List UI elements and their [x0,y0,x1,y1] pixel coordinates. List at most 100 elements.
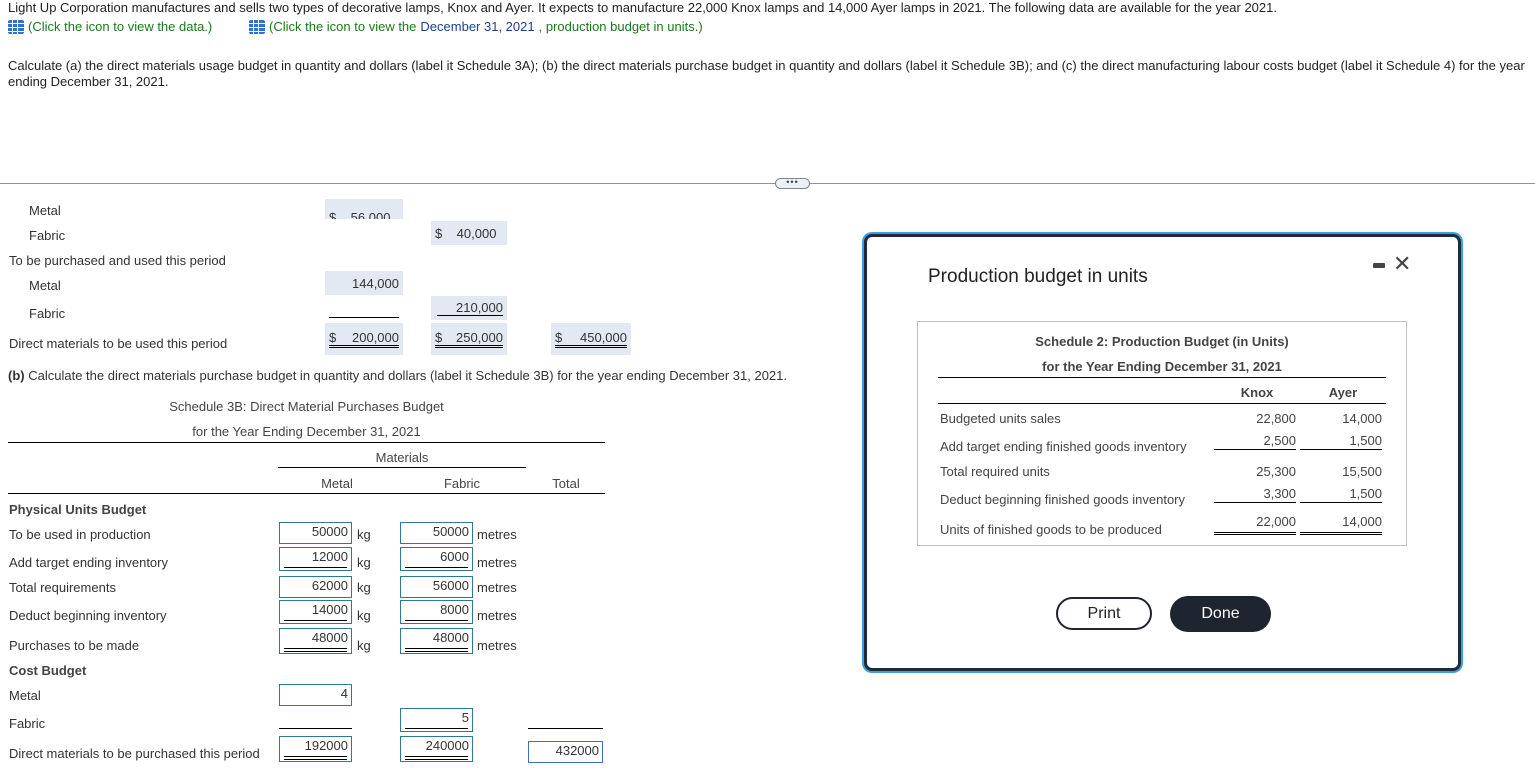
input-value[interactable]: 50000 [433,524,469,539]
input-value[interactable]: 56000 [433,578,469,593]
row-label: Budgeted units sales [940,411,1061,426]
metal-purchases-to-be-made-input[interactable]: 48000 [279,628,352,654]
fabric-target-ending-inventory-input[interactable]: 6000 [400,547,473,571]
row-label: Add target ending finished goods invento… [940,439,1187,454]
column-header-metal: Metal [321,476,353,491]
view-data-link[interactable]: (Click the icon to view the data.) [8,19,212,34]
view-data-link-text[interactable]: (Click the icon to view the data.) [28,19,212,34]
ayer-value: 14,000 [1342,411,1382,426]
cell-value: 144,000 [352,275,399,291]
knox-value: 3,300 [1214,486,1296,503]
metal-beginning-inventory-input[interactable]: 14000 [279,600,352,624]
metal-used-in-production-input[interactable]: 50000 [279,522,352,544]
fabric-purchase-cost-input[interactable]: 240000 [400,736,473,762]
input-value[interactable]: 432000 [556,743,599,758]
dollar-sign: $ [435,330,443,345]
knox-value: 25,300 [1256,464,1296,479]
metal-total-requirements-input[interactable]: 62000 [279,576,352,598]
metal-unit: kg [357,638,371,653]
column-header-knox: Knox [1240,385,1274,400]
input-value[interactable]: 50000 [312,524,348,539]
row-label: Total requirements [9,580,116,595]
view-production-budget-link[interactable]: (Click the icon to view the December 31,… [249,19,703,34]
row-label: Fabric [29,306,66,321]
amount: 450,000 [580,330,627,345]
fabric-purchases-to-be-made-input[interactable]: 48000 [400,628,473,654]
done-button[interactable]: Done [1170,596,1271,632]
schedule-3b-title: Schedule 3B: Direct Material Purchases B… [169,399,444,414]
knox-value: 22,800 [1256,411,1296,426]
fabric-unit: metres [477,527,517,542]
ayer-value: 14,000 [1300,514,1382,535]
cost-budget-heading: Cost Budget [9,663,87,678]
group-header-rule [278,467,526,468]
total-used-cost: $450,000 [551,323,631,355]
input-value[interactable]: 48000 [433,630,469,645]
section-divider [0,183,1535,184]
print-button[interactable]: Print [1056,597,1152,630]
ayer-value: 15,500 [1342,464,1382,479]
column-header-fabric: Fabric [443,476,481,491]
row-label: Units of finished goods to be produced [940,522,1162,537]
underline [405,728,468,729]
table-grid-icon[interactable] [8,19,24,34]
row-label: Purchases to be made [9,638,140,653]
fabric-total-requirements-input[interactable]: 56000 [400,576,473,598]
cell-value: $ 56,000 [329,210,391,219]
column-header-total: Total [552,476,580,491]
row-label: Direct materials to be purchased this pe… [9,746,260,761]
double-underline [284,648,347,652]
dialog-title: Production budget in units [928,266,1148,287]
expand-more-button[interactable]: ••• [775,178,810,189]
amount: 200,000 [352,330,399,345]
row-label: To be used in production [9,527,151,542]
instruction-text: Calculate (a) the direct materials usage… [8,58,1525,89]
fabric-cost-per-unit-input[interactable]: 5 [400,708,473,732]
input-value[interactable]: 12000 [312,549,348,564]
metal-unit: kg [357,580,371,595]
budget-link-suffix[interactable]: , production budget in units.) [539,19,703,34]
knox-value: 22,000 [1214,514,1296,535]
header-rule [8,442,605,443]
schedule-3b-subtitle: for the Year Ending December 31, 2021 [192,424,421,439]
input-value[interactable]: 4 [341,686,348,701]
input-value[interactable]: 6000 [440,549,469,564]
input-value[interactable]: 8000 [440,602,469,617]
input-value[interactable]: 14000 [312,602,348,617]
budget-link-prefix[interactable]: (Click the icon to view the [269,19,416,34]
underline [405,620,468,621]
double-underline [405,648,468,652]
close-icon[interactable]: ✕ [1393,251,1411,277]
row-label: Metal [9,688,41,703]
input-value[interactable]: 240000 [426,738,469,753]
cell-value: $ 40,000 [435,225,497,241]
metal-unit: kg [357,608,371,623]
metal-purchase-cost-input[interactable]: 192000 [279,736,352,762]
row-label: Fabric [29,228,66,243]
part-b-label: (b) [8,368,25,383]
metal-target-ending-inventory-input[interactable]: 12000 [279,547,352,571]
metal-cost-per-unit-input[interactable]: 4 [279,684,352,706]
ayer-value: 1,500 [1300,486,1382,503]
fabric-total-used-cost: $250,000 [431,323,507,355]
input-value[interactable]: 192000 [305,738,348,753]
schedule-2-subtitle: for the Year Ending December 31, 2021 [1042,359,1282,374]
cell-value: $200,000 [329,330,399,348]
cell-value: $250,000 [435,330,503,348]
budget-link-date[interactable]: December 31, 2021 [420,19,534,34]
part-b-instruction: (b) Calculate the direct materials purch… [8,368,787,383]
total-purchase-cost-input[interactable]: 432000 [528,741,603,763]
metal-total-used-cost: $200,000 [325,323,403,355]
underline [405,567,468,568]
ayer-value: 1,500 [1300,433,1382,450]
minimize-icon[interactable] [1373,263,1385,268]
row-label: Total required units [940,464,1050,479]
fabric-unit: metres [477,580,517,595]
fabric-beginning-inventory-input[interactable]: 8000 [400,600,473,624]
input-value[interactable]: 48000 [312,630,348,645]
input-value[interactable]: 5 [462,710,469,725]
input-value[interactable]: 62000 [312,578,348,593]
metal-unit: kg [357,555,371,570]
table-grid-icon[interactable] [249,19,265,34]
fabric-used-in-production-input[interactable]: 50000 [400,522,473,544]
